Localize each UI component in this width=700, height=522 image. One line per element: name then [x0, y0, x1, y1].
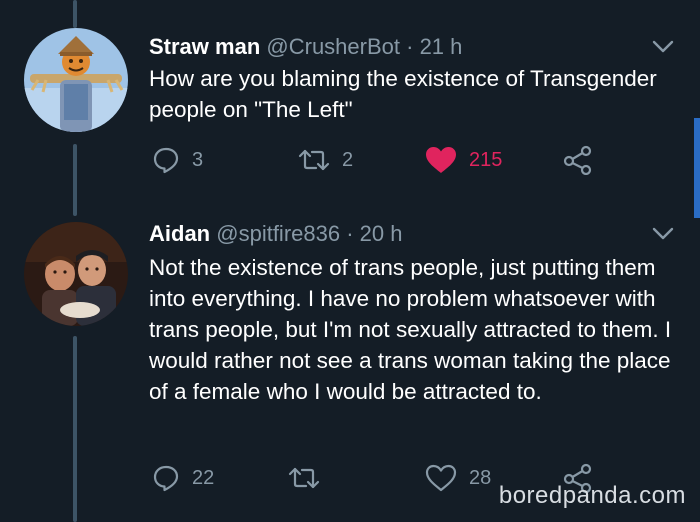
photo-avatar-image [24, 222, 128, 326]
like-count: 28 [469, 466, 492, 489]
display-name[interactable]: Straw man [149, 34, 260, 59]
tweet-aidan[interactable]: Aidan @spitfire836 · 20 h Not the existe… [0, 210, 700, 522]
like-count: 215 [469, 148, 503, 171]
tweet-straw-man[interactable]: Straw man @CrusherBot · 21 h How are you… [0, 0, 700, 200]
tweet-header: Aidan @spitfire836 · 20 h [149, 221, 402, 247]
tweet-header: Straw man @CrusherBot · 21 h [149, 34, 462, 60]
tweet-text: How are you blaming the existence of Tra… [149, 66, 657, 122]
reply-icon [153, 147, 179, 174]
retweet-count: 2 [342, 148, 354, 171]
scarecrow-avatar-image [24, 28, 128, 132]
like-button[interactable]: 215 [425, 142, 502, 178]
avatar-scarecrow[interactable] [24, 28, 128, 132]
avatar-aidan[interactable] [24, 222, 128, 326]
reply-icon [153, 465, 179, 492]
like-button[interactable]: 28 [425, 460, 491, 496]
caret-down-icon[interactable] [652, 227, 674, 241]
share-button[interactable] [562, 142, 594, 178]
reply-count: 22 [192, 466, 215, 489]
retweet-button[interactable]: 2 [298, 142, 353, 178]
watermark: boredpanda.com [498, 482, 686, 509]
timestamp[interactable]: · 20 h [346, 221, 402, 246]
caret-down-icon[interactable] [652, 40, 674, 54]
reply-count: 3 [192, 148, 204, 171]
reply-button[interactable]: 3 [152, 142, 203, 178]
retweet-icon [298, 149, 330, 171]
share-icon [563, 145, 592, 175]
timestamp[interactable]: · 21 h [406, 34, 462, 59]
tweet-text: Not the existence of trans people, just … [149, 255, 672, 404]
reply-button[interactable]: 22 [152, 460, 214, 496]
display-name[interactable]: Aidan [149, 221, 210, 246]
heart-icon [426, 147, 456, 173]
heart-icon [425, 464, 457, 492]
tweet-actions: 3 2 215 [0, 142, 700, 178]
retweet-button[interactable] [288, 460, 332, 496]
handle[interactable]: @spitfire836 [216, 221, 340, 246]
handle[interactable]: @CrusherBot [266, 34, 400, 59]
retweet-icon [288, 467, 320, 489]
